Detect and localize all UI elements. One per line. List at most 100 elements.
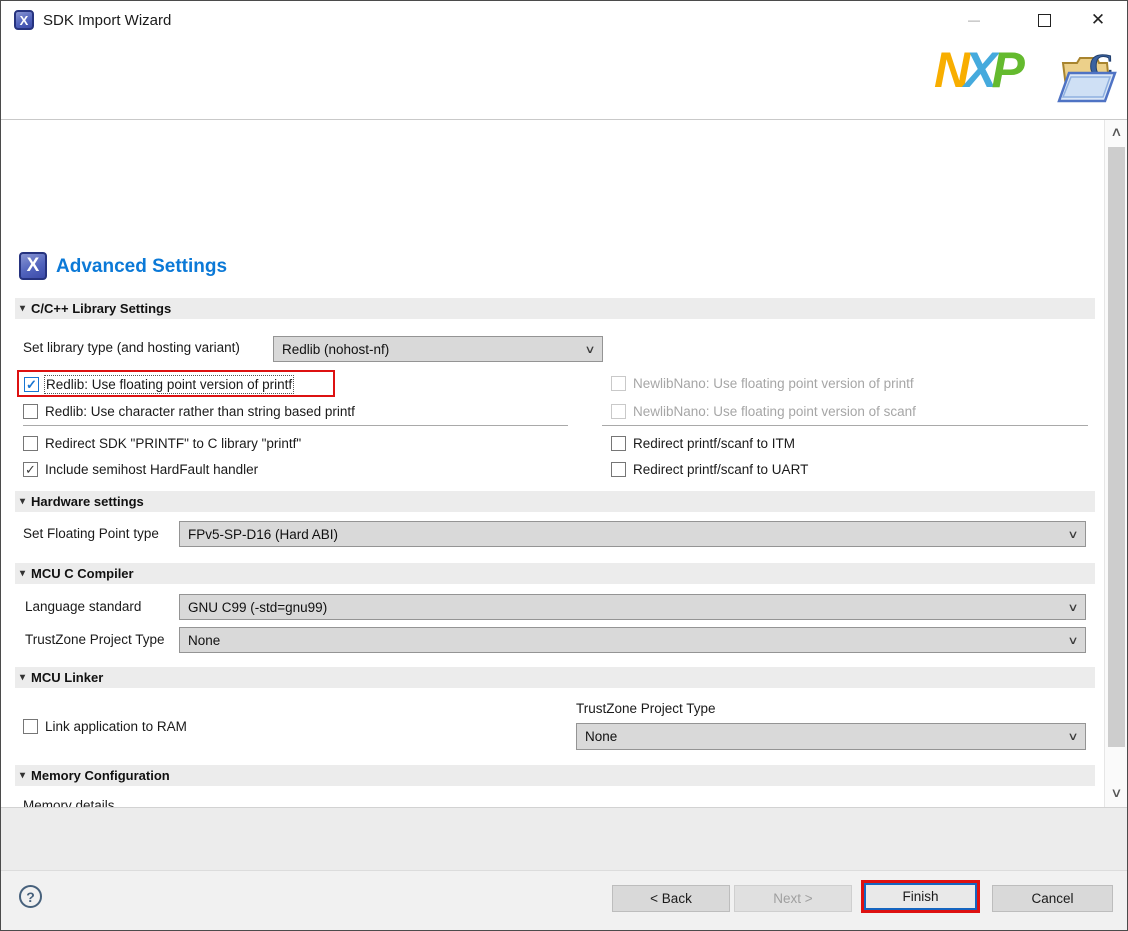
minimize-icon: — (968, 13, 980, 27)
page-title: Advanced Settings (56, 256, 228, 277)
next-button: Next > (734, 885, 852, 912)
divider-left (23, 425, 568, 426)
checkbox-label: Redlib: Use floating point version of pr… (43, 374, 295, 394)
section-title: Memory Configuration (31, 768, 170, 783)
checkbox-unchecked-icon[interactable] (23, 718, 38, 734)
trustzone-compiler-dropdown[interactable]: None ∨ (179, 627, 1086, 653)
lower-spacer-band (1, 807, 1127, 870)
memory-details-label: Memory details (23, 798, 115, 807)
scroll-up-icon[interactable]: ∧ (1102, 120, 1127, 144)
checkbox-checked-icon[interactable]: ✓ (23, 461, 38, 477)
checkbox-label: NewlibNano: Use floating point version o… (633, 375, 914, 391)
back-button[interactable]: < Back (612, 885, 730, 912)
section-memory-configuration[interactable]: ▾ Memory Configuration (15, 765, 1095, 786)
title-bar: X SDK Import Wizard — ✕ (1, 1, 1127, 39)
maximize-button[interactable] (1021, 1, 1067, 39)
checkbox-label: NewlibNano: Use floating point version o… (633, 403, 916, 419)
sdk-import-wizard-window: X SDK Import Wizard — ✕ NXP C X Advanced… (0, 0, 1128, 931)
vertical-scrollbar[interactable]: ∧ ∨ (1102, 120, 1127, 807)
checkbox-unchecked-icon[interactable] (611, 435, 626, 451)
checkbox-redirect-itm[interactable]: Redirect printf/scanf to ITM (611, 434, 795, 452)
help-button[interactable]: ? (19, 885, 42, 908)
checkbox-label: Include semihost HardFault handler (45, 461, 259, 477)
trustzone-linker-dropdown[interactable]: None ∨ (576, 723, 1086, 750)
checkbox-label: Redirect printf/scanf to UART (633, 461, 809, 477)
checkbox-newlibnano-float-printf: NewlibNano: Use floating point version o… (611, 374, 914, 392)
language-standard-value: GNU C99 (-std=gnu99) (188, 599, 328, 615)
scrollbar-thumb[interactable] (1108, 147, 1125, 747)
checkbox-semihost-hardfault[interactable]: ✓ Include semihost HardFault handler (23, 460, 258, 478)
section-title: MCU C Compiler (31, 566, 134, 581)
chevron-down-icon: ∨ (1067, 528, 1079, 541)
section-title: C/C++ Library Settings (31, 301, 172, 316)
finish-button-label: Finish (902, 889, 939, 904)
checkbox-unchecked-icon[interactable] (23, 435, 38, 451)
language-standard-dropdown[interactable]: GNU C99 (-std=gnu99) ∨ (179, 594, 1086, 620)
chevron-down-icon: ∨ (1067, 601, 1079, 614)
collapse-triangle-icon: ▾ (20, 496, 26, 507)
cancel-button-label: Cancel (1031, 891, 1074, 906)
next-button-label: Next > (773, 891, 813, 906)
section-hardware-settings[interactable]: ▾ Hardware settings (15, 491, 1095, 512)
trustzone-linker-label: TrustZone Project Type (576, 701, 716, 716)
nxp-letter-x: X (964, 42, 997, 98)
checkbox-unchecked-icon[interactable] (23, 403, 38, 419)
section-mcu-linker[interactable]: ▾ MCU Linker (15, 667, 1095, 688)
checkbox-disabled-icon (611, 375, 626, 391)
c-project-folder-icon: C (1053, 43, 1119, 112)
library-type-dropdown[interactable]: Redlib (nohost-nf) ∨ (273, 336, 603, 362)
checkbox-label: Redlib: Use character rather than string… (45, 403, 355, 419)
checkbox-redlib-char-printf[interactable]: Redlib: Use character rather than string… (23, 402, 355, 420)
advanced-settings-x-icon: X (19, 252, 47, 280)
checkbox-unchecked-icon[interactable] (611, 461, 626, 477)
section-title: MCU Linker (31, 670, 104, 685)
scroll-down-icon[interactable]: ∨ (1102, 781, 1127, 805)
divider-right (602, 425, 1088, 426)
section-mcu-c-compiler[interactable]: ▾ MCU C Compiler (15, 563, 1095, 584)
floating-point-dropdown[interactable]: FPv5-SP-D16 (Hard ABI) ∨ (179, 521, 1086, 547)
chevron-down-icon: ∨ (1067, 634, 1079, 647)
library-type-value: Redlib (nohost-nf) (282, 341, 390, 357)
close-button[interactable]: ✕ (1075, 1, 1121, 39)
language-standard-label: Language standard (25, 599, 142, 614)
collapse-triangle-icon: ▾ (20, 770, 26, 781)
section-library-settings[interactable]: ▾ C/C++ Library Settings (15, 298, 1095, 319)
checkbox-redirect-uart[interactable]: Redirect printf/scanf to UART (611, 460, 808, 478)
nxp-logo: NXP (934, 42, 1025, 98)
floating-point-label: Set Floating Point type (23, 526, 159, 541)
checkbox-label: Link application to RAM (45, 718, 187, 734)
nxp-letter-p: P (991, 42, 1024, 98)
check-icon: ✓ (26, 376, 37, 392)
check-icon: ✓ (25, 461, 36, 477)
finish-button-highlight: Finish (861, 880, 980, 913)
collapse-triangle-icon: ▾ (20, 568, 26, 579)
help-icon: ? (26, 888, 35, 905)
collapse-triangle-icon: ▾ (20, 672, 26, 683)
window-title: SDK Import Wizard (43, 12, 172, 29)
checkbox-redirect-sdk-printf[interactable]: Redirect SDK "PRINTF" to C library "prin… (23, 434, 301, 452)
trustzone-linker-value: None (585, 729, 618, 744)
section-title: Hardware settings (31, 494, 144, 509)
checkbox-checked-icon[interactable]: ✓ (24, 376, 39, 392)
redlib-float-printf-highlight: ✓ Redlib: Use floating point version of … (17, 370, 335, 397)
checkbox-link-to-ram[interactable]: Link application to RAM (23, 717, 187, 735)
cancel-button[interactable]: Cancel (992, 885, 1113, 912)
checkbox-label: Redirect SDK "PRINTF" to C library "prin… (45, 435, 302, 451)
minimize-button[interactable]: — (951, 1, 997, 39)
wizard-content: X Advanced Settings ▾ C/C++ Library Sett… (1, 120, 1104, 807)
checkbox-disabled-icon (611, 403, 626, 419)
checkbox-newlibnano-float-scanf: NewlibNano: Use floating point version o… (611, 402, 916, 420)
checkbox-label: Redirect printf/scanf to ITM (633, 435, 796, 451)
close-icon: ✕ (1090, 10, 1106, 29)
chevron-down-icon: ∨ (1067, 731, 1079, 743)
maximize-icon (1037, 13, 1051, 27)
collapse-triangle-icon: ▾ (20, 303, 26, 314)
trustzone-compiler-value: None (188, 632, 221, 648)
floating-point-value: FPv5-SP-D16 (Hard ABI) (188, 526, 339, 542)
checkbox-redlib-float-printf[interactable]: ✓ Redlib: Use floating point version of … (24, 374, 295, 394)
app-x-icon: X (14, 10, 34, 30)
back-button-label: < Back (650, 891, 692, 906)
finish-button[interactable]: Finish (864, 883, 977, 910)
trustzone-compiler-label: TrustZone Project Type (25, 632, 165, 647)
library-type-label: Set library type (and hosting variant) (23, 340, 240, 355)
